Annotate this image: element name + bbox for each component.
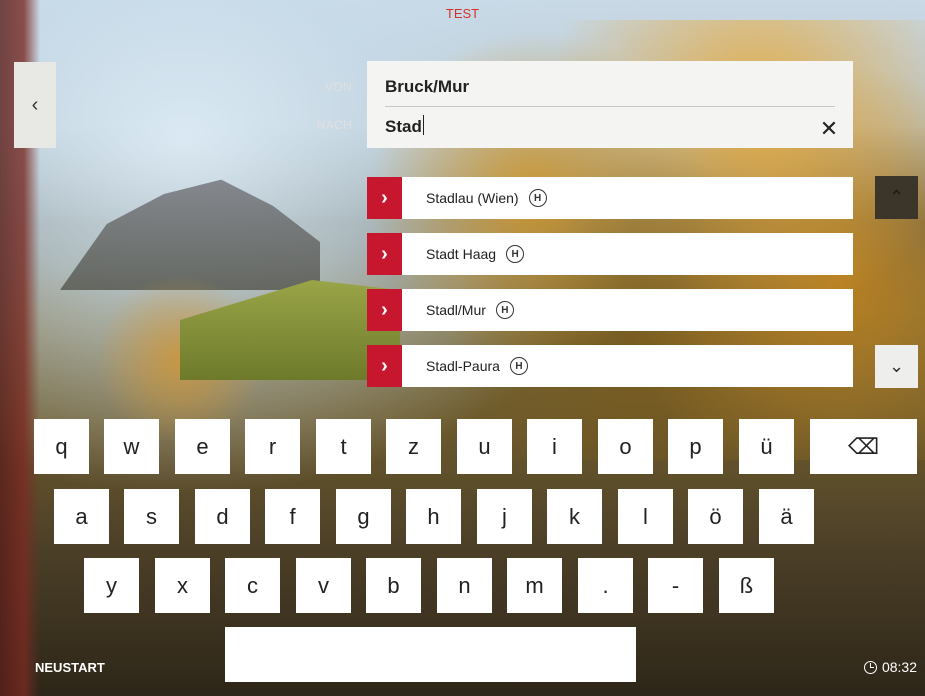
key-z[interactable]: z: [386, 419, 441, 474]
chevron-right-icon: ›: [367, 233, 402, 275]
key-r[interactable]: r: [245, 419, 300, 474]
suggestion-item[interactable]: › Stadt Haag H: [367, 233, 853, 275]
scroll-down-button[interactable]: ⌄: [875, 345, 918, 388]
key-v[interactable]: v: [296, 558, 351, 613]
bus-stop-icon: H: [509, 357, 528, 375]
to-field[interactable]: Stad: [385, 115, 424, 137]
text-caret: [422, 115, 424, 135]
bus-stop-icon: H: [528, 189, 547, 207]
clock-icon: [863, 660, 877, 674]
bus-stop-icon: H: [506, 245, 525, 263]
field-divider: [385, 106, 835, 107]
key-b[interactable]: b: [366, 558, 421, 613]
key-p[interactable]: p: [668, 419, 723, 474]
chevron-down-icon: ⌄: [888, 356, 905, 376]
key-s[interactable]: s: [124, 489, 179, 544]
key-e[interactable]: e: [175, 419, 230, 474]
key-g[interactable]: g: [336, 489, 391, 544]
suggestion-name: Stadl/Mur: [426, 302, 486, 318]
key-w[interactable]: w: [104, 419, 159, 474]
suggestion-name: Stadt Haag: [426, 246, 497, 262]
key-k[interactable]: k: [547, 489, 602, 544]
key-h[interactable]: h: [406, 489, 461, 544]
suggestion-name: Stadl-Paura: [426, 358, 500, 374]
bus-stop-icon: H: [495, 301, 514, 319]
backspace-key[interactable]: ⌫: [810, 419, 917, 474]
clock: 08:32: [863, 659, 917, 675]
suggestion-item[interactable]: › Stadl/Mur H: [367, 289, 853, 331]
key-a[interactable]: a: [54, 489, 109, 544]
to-value: Stad: [385, 117, 422, 136]
key-d[interactable]: d: [195, 489, 250, 544]
key-eszett[interactable]: ß: [719, 558, 774, 613]
from-field[interactable]: Bruck/Mur: [385, 77, 469, 97]
key-l[interactable]: l: [618, 489, 673, 544]
key-n[interactable]: n: [437, 558, 492, 613]
backspace-icon: ⌫: [847, 433, 880, 459]
restart-button[interactable]: NEUSTART: [35, 660, 105, 675]
scroll-up-button[interactable]: ⌃: [875, 176, 918, 219]
key-u-umlaut[interactable]: ü: [739, 419, 794, 474]
key-x[interactable]: x: [155, 558, 210, 613]
environment-label: TEST: [445, 6, 480, 21]
key-c[interactable]: c: [225, 558, 280, 613]
key-period[interactable]: .: [578, 558, 633, 613]
chevron-left-icon: ‹: [31, 93, 39, 116]
suggestion-item[interactable]: › Stadl-Paura H: [367, 345, 853, 387]
key-a-umlaut[interactable]: ä: [759, 489, 814, 544]
key-y[interactable]: y: [84, 558, 139, 613]
chevron-right-icon: ›: [367, 289, 402, 331]
key-i[interactable]: i: [527, 419, 582, 474]
chevron-right-icon: ›: [367, 177, 402, 219]
space-key[interactable]: [225, 627, 636, 682]
chevron-up-icon: ⌃: [888, 187, 905, 207]
clock-time: 08:32: [881, 659, 917, 675]
from-label: VON: [325, 80, 352, 94]
key-hyphen[interactable]: -: [648, 558, 703, 613]
key-t[interactable]: t: [316, 419, 371, 474]
route-panel: Bruck/Mur Stad ✕: [367, 61, 853, 148]
key-q[interactable]: q: [34, 419, 89, 474]
chevron-right-icon: ›: [367, 345, 402, 387]
key-f[interactable]: f: [265, 489, 320, 544]
key-j[interactable]: j: [477, 489, 532, 544]
to-label: NACH: [316, 118, 352, 132]
suggestion-name: Stadlau (Wien): [426, 190, 519, 206]
key-o-umlaut[interactable]: ö: [688, 489, 743, 544]
from-value: Bruck/Mur: [385, 77, 470, 96]
key-u[interactable]: u: [457, 419, 512, 474]
close-icon: ✕: [819, 116, 839, 141]
key-m[interactable]: m: [507, 558, 562, 613]
back-button[interactable]: ‹: [14, 62, 56, 148]
suggestion-item[interactable]: › Stadlau (Wien) H: [367, 177, 853, 219]
clear-button[interactable]: ✕: [817, 117, 841, 141]
key-o[interactable]: o: [598, 419, 653, 474]
